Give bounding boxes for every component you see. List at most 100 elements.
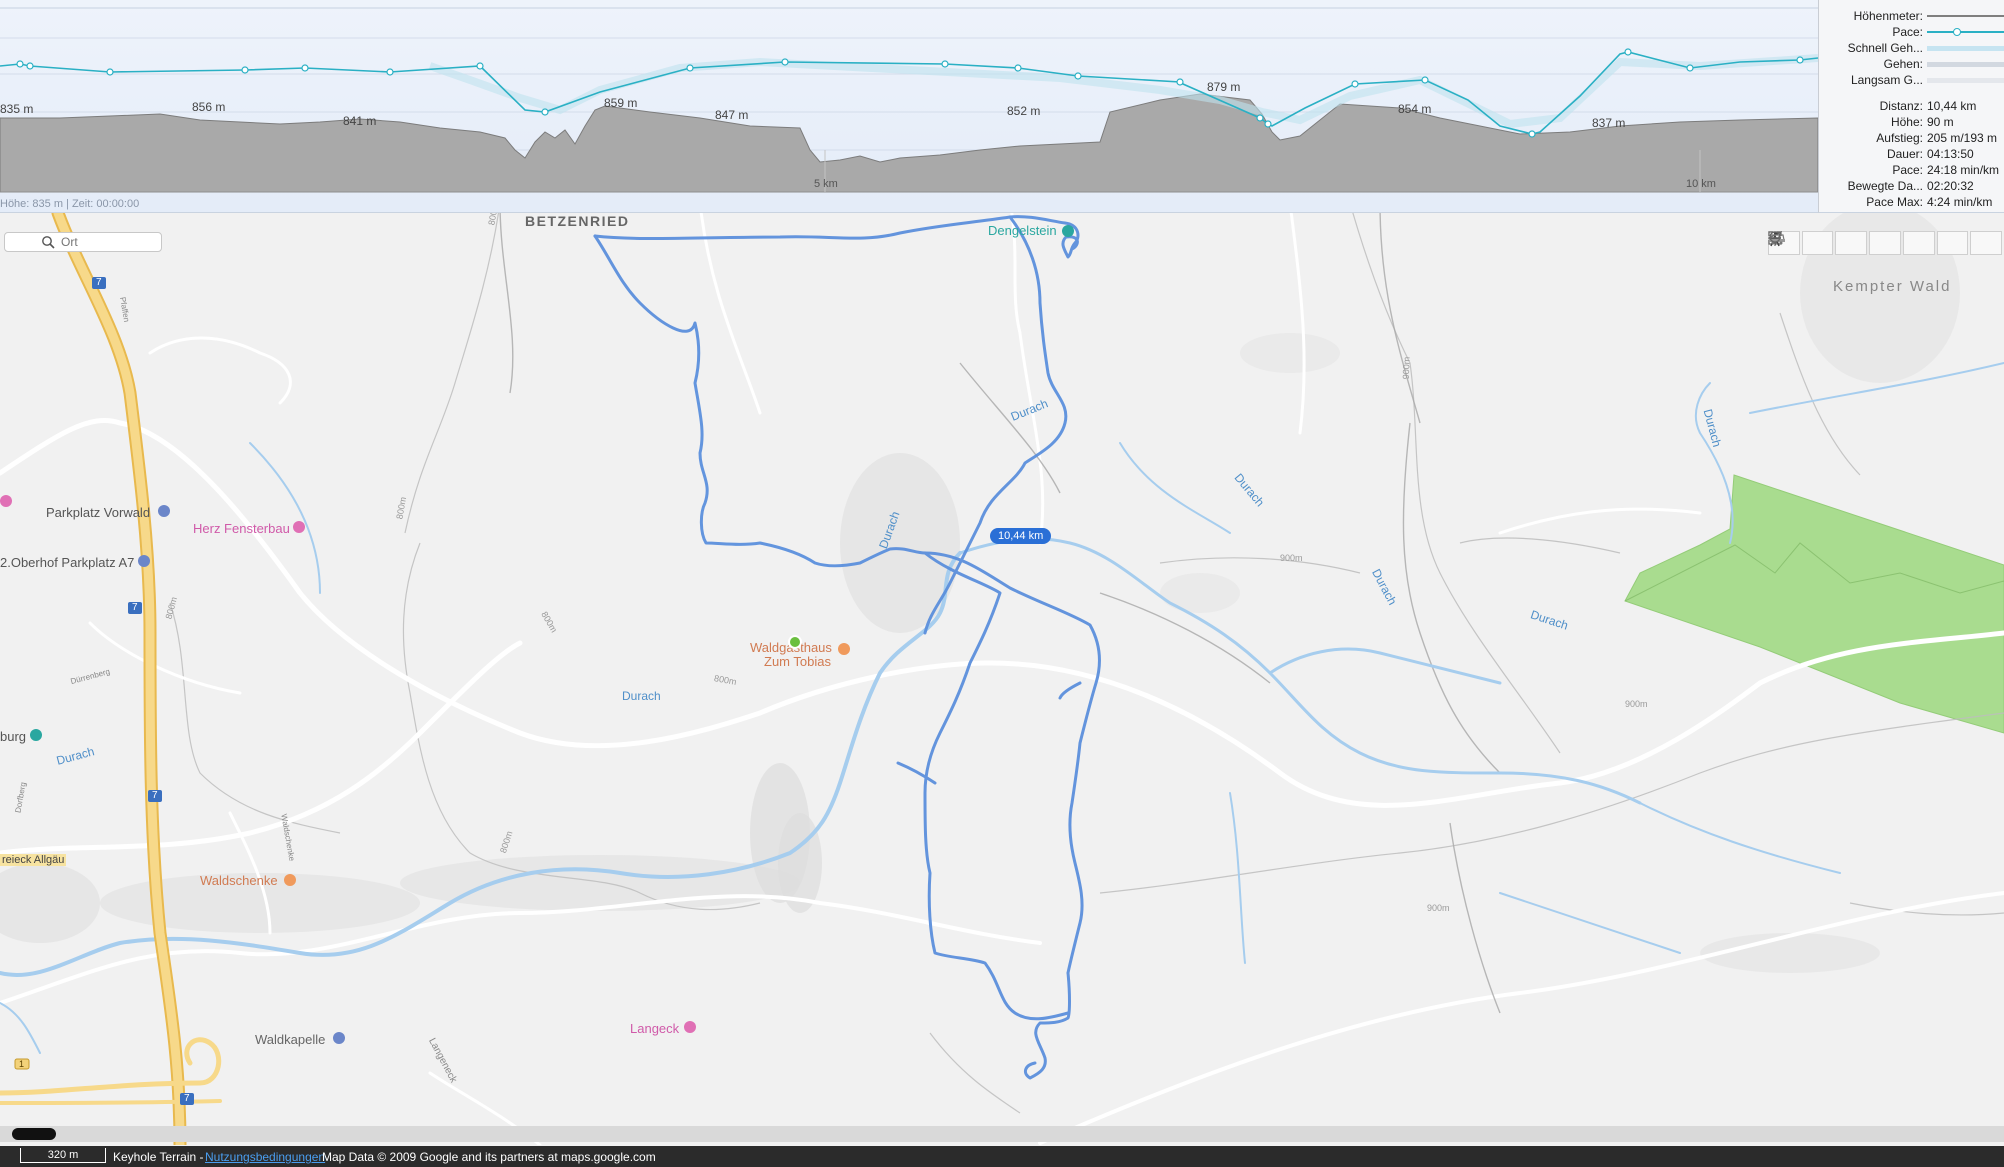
shop-icon[interactable] [293,521,305,533]
elevation-label: 856 m [192,100,226,114]
distance-axis-label: 10 km [1686,178,1716,190]
search-icon [42,236,55,249]
legend-row-slow-walk[interactable]: Langsam G... [1819,72,2004,88]
map-source: Keyhole Terrain - [113,1150,204,1164]
place-label-dreieck: reieck Allgäu [0,854,67,866]
stat-value: 02:20:32 [1927,179,1974,193]
stat-value: 4:24 min/km [1927,195,1993,209]
motorway-shield: 7 [184,1093,190,1104]
attraction-icon[interactable] [30,729,42,741]
place-label-betzenried: BETZENRIED [525,213,630,229]
restaurant-icon[interactable] [284,874,296,886]
place-label-burg: burg [0,729,27,744]
parking-icon[interactable] [138,555,150,567]
legend-label: Pace: [1892,25,1923,39]
map-view[interactable]: 7 7 7 7 1 BETZENRIED Kempter Wald [0,213,2004,1145]
legend-row-pace[interactable]: Pace: [1819,24,2004,40]
place-label-kempter-wald: Kempter Wald [1833,278,1952,295]
elevation-profile[interactable]: 835 m 856 m 841 m 859 m 847 m 852 m 879 … [0,0,1818,213]
stat-distance: Distanz: 10,44 km [1819,98,2004,114]
legend-row-fast-walk[interactable]: Schnell Geh... [1819,40,2004,56]
walking-mode-button[interactable] [1770,231,1901,255]
stat-pace: Pace: 24:18 min/km [1819,162,2004,178]
legend-swatch [1927,46,2004,51]
map-toolbar [1768,231,2004,257]
fullscreen-button[interactable] [1768,231,1868,255]
contour-label: 900m [1280,553,1303,563]
parking-icon[interactable] [158,505,170,517]
river-label: Durach [622,689,661,703]
location-search[interactable] [4,232,162,252]
scrollbar-thumb[interactable] [12,1128,56,1140]
poi-label-zum-tobias: Zum Tobias [764,654,831,669]
minus-icon [1769,237,1781,239]
poi-label-langeck: Langeck [630,1021,680,1036]
elevation-label: 835 m [0,102,34,116]
stat-label: Aufstieg: [1876,131,1923,145]
stat-value: 24:18 min/km [1927,163,2000,177]
balloon-mode-button[interactable] [1769,231,1969,255]
contour-lines [169,213,2004,1114]
motorway-shield: 7 [132,602,138,613]
legend-label: Gehen: [1883,57,1923,71]
shop-icon[interactable] [0,495,12,507]
stat-value: 90 m [1927,115,1954,129]
stat-ascent: Aufstieg: 205 m/193 m [1819,130,2004,146]
poi-label-waldkapelle: Waldkapelle [255,1032,326,1047]
legend-swatch [1927,15,2004,17]
motorway-shield: 7 [152,790,158,801]
cursor-status: Höhe: 835 m | Zeit: 00:00:00 [0,198,140,210]
locate-button[interactable] [1768,231,1834,255]
stat-label: Bewegte Da... [1847,179,1923,193]
track-stats-panel: Höhenmeter: Pace: Schnell Geh... Gehen: … [1818,0,2004,213]
distance-axis-label: 5 km [814,178,838,190]
elevation-area [0,93,1818,193]
shop-icon[interactable] [684,1021,696,1033]
motorway-shield: 7 [96,277,102,288]
stat-label: Dauer: [1886,147,1923,161]
elevation-label: 837 m [1592,116,1626,130]
legend-label: Höhenmeter: [1853,9,1923,23]
contour-label: 900m [1427,903,1450,913]
chapel-icon[interactable] [333,1032,345,1044]
poi-label-dengelstein: Dengelstein [988,223,1057,238]
dengelstein-marker-icon[interactable] [1062,225,1074,237]
contour-label: 900m [1400,356,1412,380]
elevation-label: 852 m [1007,104,1041,118]
route-distance-badge[interactable]: 10,44 km [990,528,1052,544]
stat-value: 10,44 km [1927,99,1977,113]
zoom-out-button[interactable] [1769,231,2003,255]
car-mode-button[interactable] [1769,231,1935,255]
stat-label: Höhe: [1890,115,1923,129]
map-canvas [0,213,2004,1145]
contour-label: 900m [1625,699,1648,709]
map-attribution: Map Data © 2009 Google and its partners … [322,1150,656,1164]
elevation-label: 859 m [604,96,638,110]
terms-link[interactable]: Nutzungsbedingungen [205,1150,325,1164]
stat-pace-max: Pace Max: 4:24 min/km [1819,194,2004,210]
forest-area [1624,474,2004,734]
poi-label-waldschenke: Waldschenke [200,873,278,888]
elevation-label: 854 m [1398,102,1432,116]
scale-bar: 320 m [20,1148,106,1163]
poi-label-herz-fensterbau: Herz Fensterbau [193,521,290,536]
stat-label: Distanz: [1879,99,1923,113]
legend-row-elevation[interactable]: Höhenmeter: [1819,8,2004,24]
legend-label: Langsam G... [1850,73,1923,87]
road-network [0,213,2004,1145]
stat-moving-duration: Bewegte Da... 02:20:32 [1819,178,2004,194]
search-input[interactable] [61,234,157,250]
horizontal-scrollbar[interactable] [0,1126,2004,1142]
elevation-label: 847 m [715,108,749,122]
stat-value: 205 m/193 m [1927,131,1998,145]
legend-row-walk[interactable]: Gehen: [1819,56,2004,72]
stat-duration: Dauer: 04:13:50 [1819,146,2004,162]
stat-label: Pace: [1892,163,1923,177]
stat-value: 04:13:50 [1927,147,1974,161]
legend-swatch [1927,31,2004,33]
elevation-label: 879 m [1207,80,1241,94]
legend-swatch [1927,78,2004,83]
profile-chart [0,7,1818,193]
restaurant-icon[interactable] [838,643,850,655]
route-start-marker-icon[interactable] [788,635,802,649]
